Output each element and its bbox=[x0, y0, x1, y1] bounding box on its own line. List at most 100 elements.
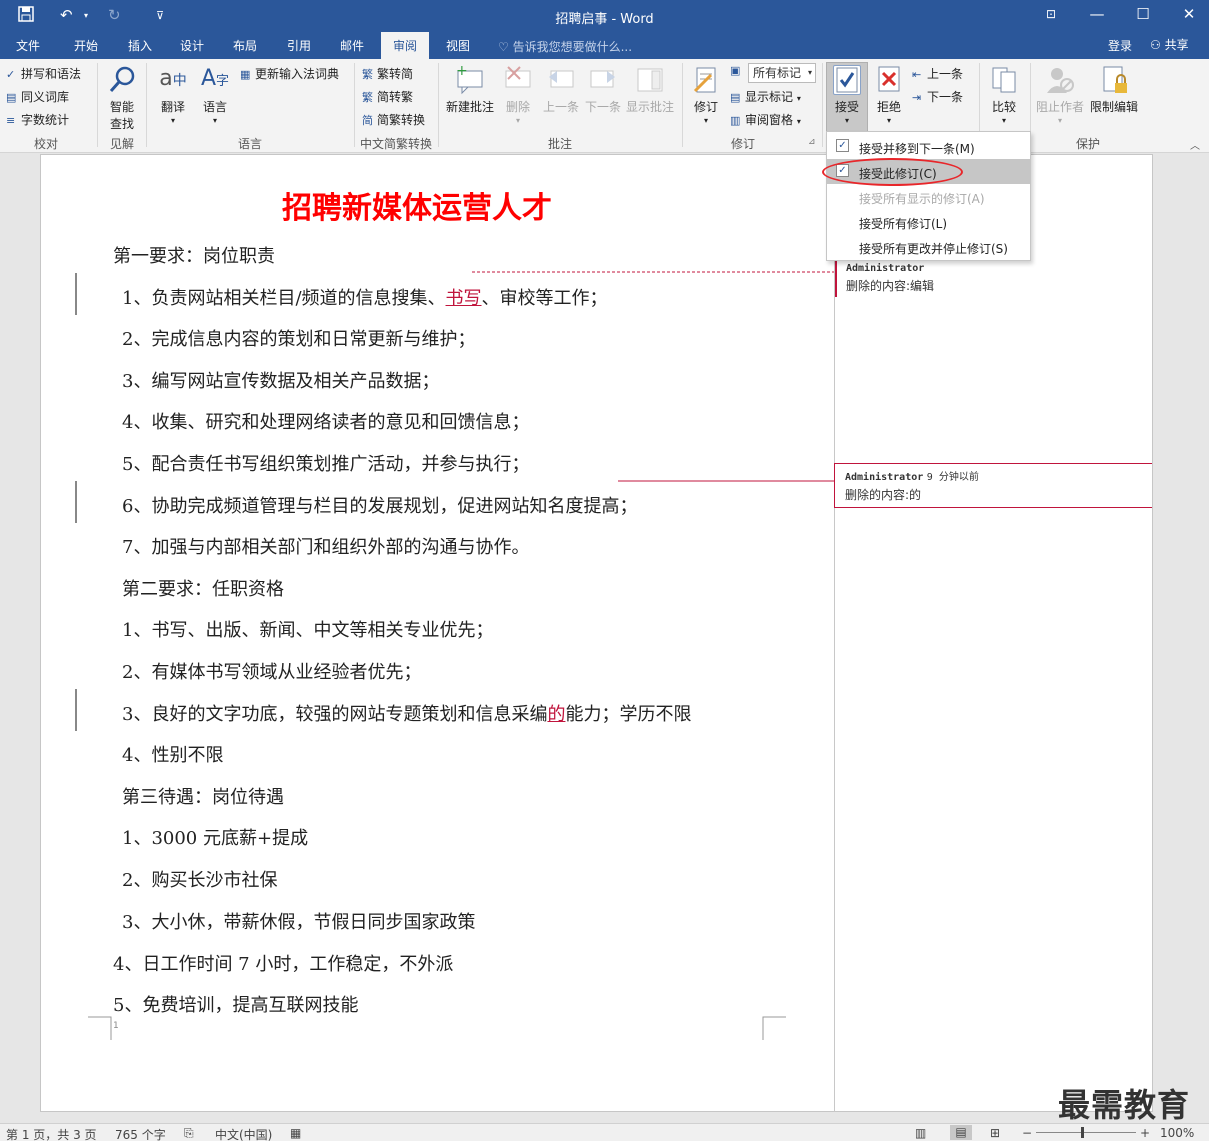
compare-icon bbox=[988, 65, 1020, 95]
compare-button[interactable]: 比较 ▾ bbox=[986, 65, 1022, 125]
language-status[interactable]: 中文(中国) bbox=[215, 1126, 272, 1141]
page-count[interactable]: 第 1 页，共 3 页 bbox=[6, 1126, 97, 1141]
next-change-label: 下一条 bbox=[927, 90, 964, 104]
zoom-slider-thumb[interactable] bbox=[1081, 1127, 1084, 1138]
balloon-body: 删除的内容:编辑 bbox=[846, 279, 935, 293]
chevron-down-icon: ▾ bbox=[212, 116, 217, 125]
thesaurus-button[interactable]: ▤ 同义词库 bbox=[6, 88, 69, 105]
word-count[interactable]: 765 个字 bbox=[115, 1126, 166, 1141]
reject-icon bbox=[875, 65, 903, 95]
person-icon: ⚇ bbox=[1150, 38, 1161, 52]
to-traditional-label: 简转繁 bbox=[377, 90, 414, 104]
ribbon-display-options-icon[interactable]: ⊡ bbox=[1036, 7, 1066, 21]
share-button[interactable]: ⚇ 共享 bbox=[1150, 36, 1189, 53]
compare-label: 比较 bbox=[991, 100, 1016, 114]
zoom-slider-track[interactable] bbox=[1036, 1132, 1136, 1133]
previous-change-button[interactable]: ⇤ 上一条 bbox=[912, 65, 963, 82]
tab-view[interactable]: 视图 bbox=[446, 37, 470, 54]
language-button[interactable]: A字 语言 ▾ bbox=[197, 65, 233, 125]
new-comment-button[interactable]: + 新建批注 bbox=[444, 63, 496, 115]
inserted-text: 的 bbox=[547, 704, 566, 725]
update-ime-dictionary-button[interactable]: ▦ 更新输入法词典 bbox=[240, 65, 339, 82]
margin-corner-mark bbox=[88, 1016, 112, 1040]
zoom-level[interactable]: 100% bbox=[1160, 1126, 1194, 1140]
to-traditional-button[interactable]: 繁简转繁 bbox=[362, 88, 413, 105]
next-comment-label: 下一条 bbox=[584, 100, 621, 114]
tab-home[interactable]: 开始 bbox=[74, 37, 98, 54]
spelling-grammar-button[interactable]: ✓ 拼写和语法 bbox=[6, 65, 81, 82]
translate-icon: a中 bbox=[159, 66, 187, 91]
menu-item-accept-and-move-next[interactable]: ✓ 接受并移到下一条(M) bbox=[827, 134, 1030, 159]
show-markup-button[interactable]: ▤ 显示标记 ▾ bbox=[730, 88, 801, 105]
paragraph: 2、购买长沙市社保 bbox=[122, 870, 278, 891]
display-for-review-select[interactable]: 所有标记 ▾ bbox=[748, 63, 816, 83]
menu-item-label: 接受所有更改并停止修订(S) bbox=[859, 242, 1008, 256]
chevron-down-icon: ▾ bbox=[807, 68, 812, 77]
to-simplified-icon: 繁 bbox=[362, 68, 373, 81]
reject-button[interactable]: 拒绝 ▾ bbox=[870, 65, 908, 125]
paragraph-text: 能力；学历不限 bbox=[565, 704, 692, 725]
maximize-icon[interactable]: ☐ bbox=[1128, 5, 1158, 23]
print-layout-icon[interactable]: ▤ bbox=[950, 1125, 972, 1140]
chinese-conversion-button[interactable]: 简简繁转换 bbox=[362, 111, 425, 128]
macro-record-icon[interactable]: ▦ bbox=[290, 1126, 301, 1140]
previous-comment-icon bbox=[545, 65, 577, 95]
sign-in-link[interactable]: 登录 bbox=[1108, 37, 1132, 54]
minimize-icon[interactable]: — bbox=[1082, 5, 1112, 23]
restrict-editing-label: 限制编辑 bbox=[1089, 100, 1138, 114]
smart-lookup-label-2: 查找 bbox=[109, 117, 134, 131]
web-layout-icon[interactable]: ⊞ bbox=[990, 1126, 1000, 1140]
tab-design[interactable]: 设计 bbox=[180, 37, 204, 54]
previous-change-icon: ⇤ bbox=[912, 68, 922, 81]
revision-balloon[interactable]: Administrator 删除的内容:编辑 bbox=[835, 259, 1151, 297]
next-change-button[interactable]: ⇥ 下一条 bbox=[912, 88, 963, 105]
chevron-down-icon: ▾ bbox=[886, 116, 891, 125]
balloon-time: 9 分钟以前 bbox=[926, 472, 979, 483]
tab-references[interactable]: 引用 bbox=[287, 37, 311, 54]
reviewing-pane-button[interactable]: ▥ 审阅窗格 ▾ bbox=[730, 111, 801, 128]
zoom-in-icon[interactable]: + bbox=[1140, 1126, 1150, 1140]
paragraph: 2、完成信息内容的策划和日常更新与维护； bbox=[122, 329, 476, 350]
revision-balloon[interactable]: Administrator 9 分钟以前 删除的内容:的 bbox=[834, 463, 1152, 508]
watermark: 最需教育 bbox=[1058, 1086, 1191, 1124]
restrict-editing-icon bbox=[1098, 65, 1130, 95]
collapse-ribbon-icon[interactable]: ︿ bbox=[1190, 137, 1200, 152]
group-label-protect: 保护 bbox=[1076, 137, 1101, 151]
block-authors-icon bbox=[1044, 65, 1076, 95]
next-change-icon: ⇥ bbox=[912, 91, 922, 104]
paragraph: 6、协助完成频道管理与栏目的发展规划，促进网站知名度提高； bbox=[122, 496, 638, 517]
to-simplified-label: 繁转简 bbox=[377, 67, 414, 81]
dialog-launcher-icon[interactable]: ⊿ bbox=[808, 137, 816, 147]
tab-insert[interactable]: 插入 bbox=[128, 37, 152, 54]
paragraph: 3、良好的文字功底，较强的网站专题策划和信息采编的能力；学历不限 bbox=[122, 700, 691, 726]
thesaurus-label: 同义词库 bbox=[21, 90, 70, 104]
tab-layout[interactable]: 布局 bbox=[233, 37, 257, 54]
zoom-out-icon[interactable]: − bbox=[1022, 1126, 1032, 1140]
tab-review[interactable]: 审阅 bbox=[381, 32, 430, 59]
restrict-editing-button[interactable]: 限制编辑 bbox=[1088, 65, 1140, 115]
read-mode-icon[interactable]: ▥ bbox=[915, 1126, 926, 1140]
track-changes-button[interactable]: 修订 ▾ bbox=[688, 65, 724, 125]
tab-mailings[interactable]: 邮件 bbox=[340, 37, 364, 54]
tell-me-search[interactable]: ♡ 告诉我您想要做什么... bbox=[498, 38, 632, 55]
close-icon[interactable]: ✕ bbox=[1174, 5, 1204, 23]
paragraph: 4、收集、研究和处理网络读者的意见和回馈信息； bbox=[122, 412, 530, 433]
svg-text:+: + bbox=[456, 65, 468, 79]
translate-button[interactable]: a中 翻译 ▾ bbox=[155, 65, 191, 125]
word-count-label: 字数统计 bbox=[21, 113, 70, 127]
share-label: 共享 bbox=[1164, 38, 1189, 52]
smart-lookup-button[interactable]: 智能 查找 bbox=[104, 65, 140, 132]
tab-file[interactable]: 文件 bbox=[16, 37, 40, 54]
menu-item-accept-all[interactable]: 接受所有修订(L) bbox=[827, 209, 1030, 234]
to-simplified-button[interactable]: 繁繁转简 bbox=[362, 65, 413, 82]
chevron-down-icon: ▾ bbox=[844, 116, 849, 125]
markup-area-divider bbox=[834, 154, 835, 1112]
accept-button[interactable]: 接受 ▾ bbox=[828, 65, 866, 125]
tell-me-text: 告诉我您想要做什么... bbox=[512, 40, 633, 54]
reject-label: 拒绝 bbox=[876, 100, 901, 114]
menu-item-accept-all-and-stop[interactable]: 接受所有更改并停止修订(S) bbox=[827, 234, 1030, 259]
group-label-tracking: 修订 bbox=[731, 137, 756, 151]
word-count-button[interactable]: ≡ 字数统计 bbox=[6, 111, 69, 128]
group-separator bbox=[682, 63, 683, 147]
proofing-status-icon[interactable]: ⎘ bbox=[184, 1126, 194, 1141]
